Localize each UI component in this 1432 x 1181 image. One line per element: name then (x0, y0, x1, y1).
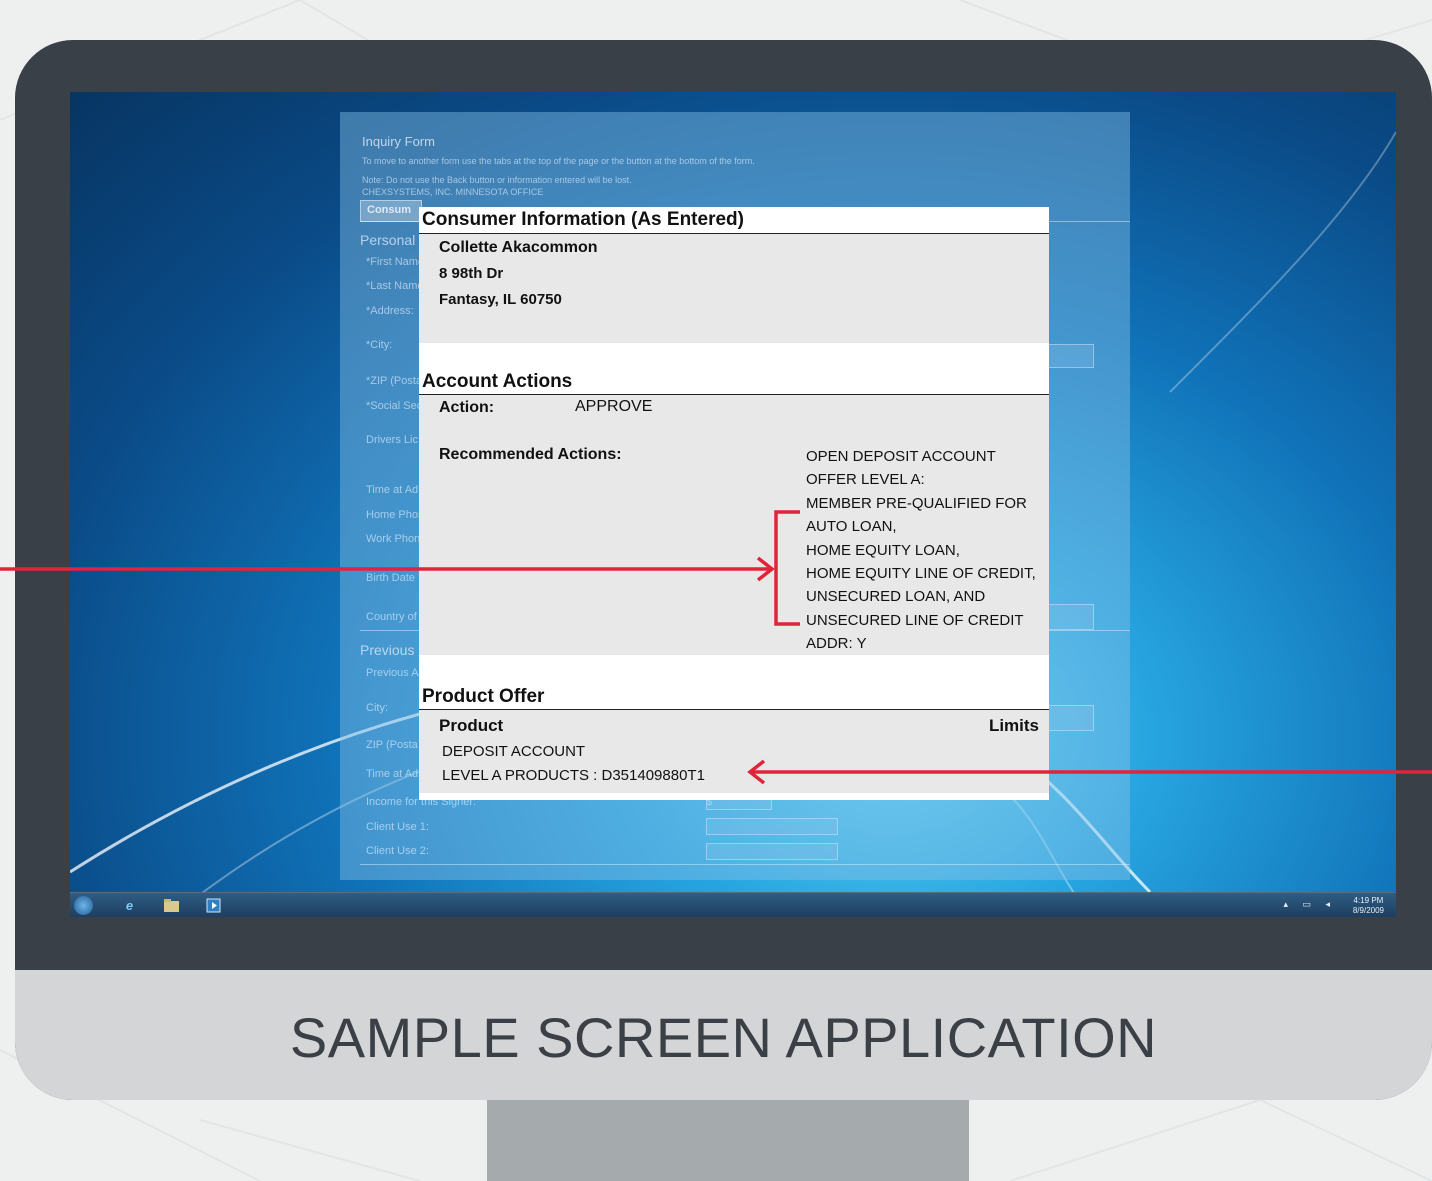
annotation-overlay (0, 510, 1432, 785)
offer-bracket (774, 510, 800, 626)
